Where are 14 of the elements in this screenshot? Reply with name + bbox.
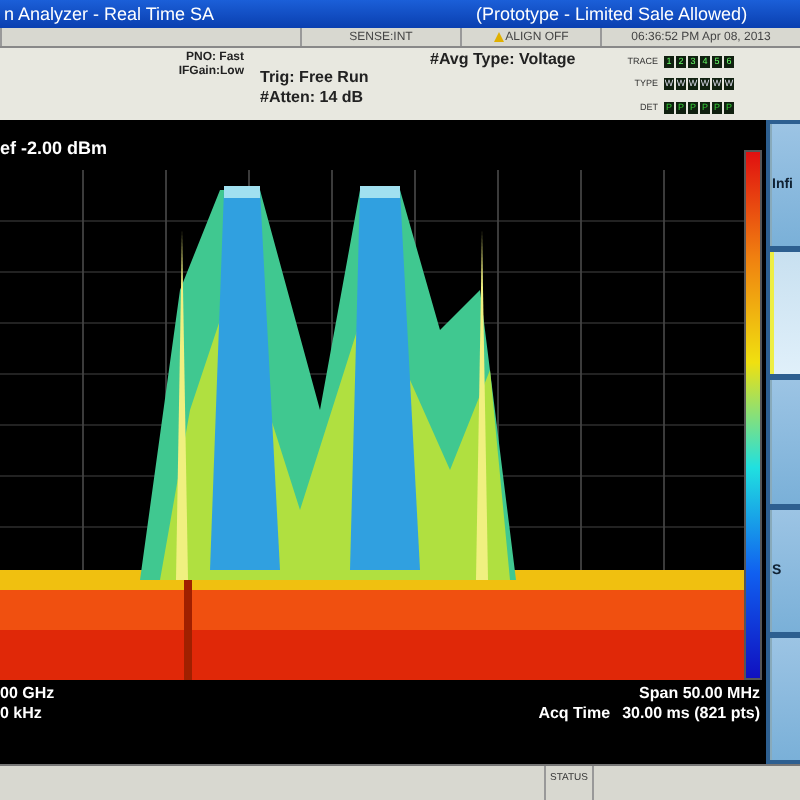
footer-text: 00 GHz [0, 684, 55, 704]
window-title: n Analyzer - Real Time SA [4, 4, 217, 24]
footer-text: 0 kHz [0, 704, 42, 724]
average-type-label: #Avg Type: Voltage [430, 50, 576, 70]
warning-icon [493, 32, 504, 42]
acq-time-label: Acq Time [538, 704, 611, 724]
softkey[interactable] [770, 637, 800, 761]
span-label: Span 50.00 MHz [639, 684, 760, 704]
trigger-label: Trig: Free Run [260, 68, 369, 88]
softkey[interactable] [770, 380, 800, 504]
prototype-notice: (Prototype - Limited Sale Allowed) [476, 4, 748, 24]
reference-level: ef -2.00 dBm [0, 136, 110, 162]
acq-time-value: 30.00 ms (821 pts) [622, 704, 760, 724]
attenuation-label: #Atten: 14 dB [260, 88, 364, 108]
